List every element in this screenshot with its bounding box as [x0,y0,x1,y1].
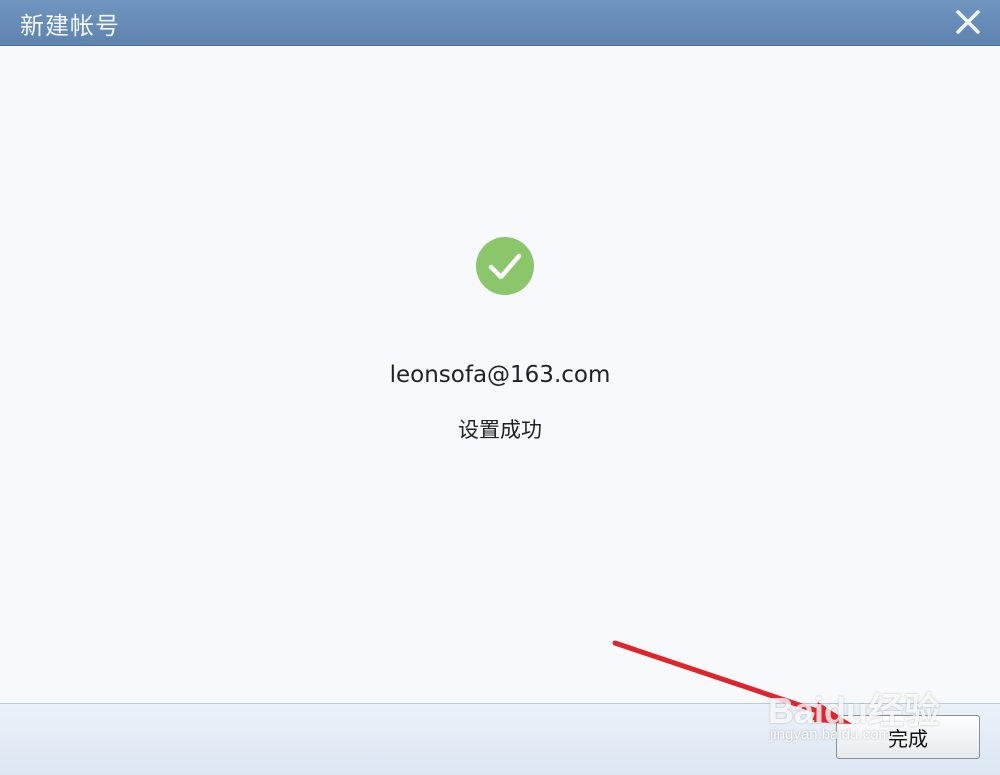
close-icon [956,10,980,34]
account-email: leonsofa@163.com [389,362,611,388]
done-button[interactable]: 完成 [836,715,980,759]
title-bar: 新建帐号 [0,0,1000,46]
new-account-dialog: 新建帐号 leonsofa@163.com 设置成功 完成 Baidu经验 ji… [0,0,1000,775]
dialog-title: 新建帐号 [20,12,120,40]
close-button[interactable] [952,6,984,38]
checkmark-circle-icon [476,237,534,295]
dialog-content: leonsofa@163.com 设置成功 [6,46,994,702]
setup-status-text: 设置成功 [458,418,542,442]
dialog-footer: 完成 [0,703,1000,775]
